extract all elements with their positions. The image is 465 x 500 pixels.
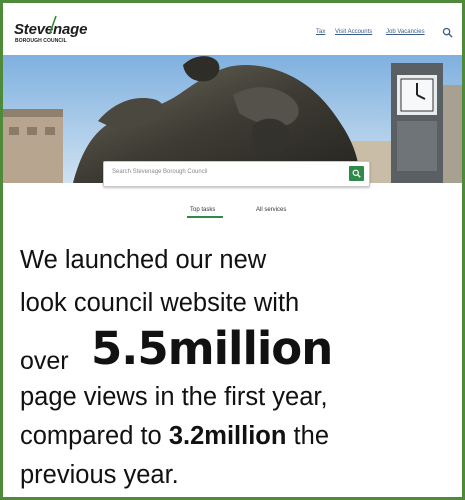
logo-mark-icon bbox=[49, 15, 57, 34]
search-icon[interactable] bbox=[442, 27, 453, 38]
site-search-placeholder: Search Stevenage Borough Council bbox=[112, 169, 208, 175]
tab-top-tasks[interactable]: Top tasks bbox=[190, 207, 215, 213]
statement-over-text: over bbox=[20, 347, 69, 375]
statement-line-4: page views in the first year, bbox=[20, 383, 328, 411]
infographic-card: Stevenage BOROUGH COUNCIL Tax Visit Acco… bbox=[0, 0, 465, 500]
statement-the-text: the bbox=[286, 422, 330, 450]
tab-selected-indicator bbox=[187, 216, 223, 218]
nav-link-visit-accounts[interactable]: Visit Accounts bbox=[335, 29, 372, 35]
site-search-bar[interactable]: Search Stevenage Borough Council bbox=[103, 161, 370, 187]
search-icon bbox=[352, 169, 361, 178]
page-views-figure: 5.5million bbox=[91, 322, 333, 375]
statement-line-5: compared to 3.2million the bbox=[20, 422, 329, 451]
previous-page-views-figure: 3.2million bbox=[168, 422, 287, 450]
tab-all-services[interactable]: All services bbox=[256, 207, 286, 213]
site-search-button[interactable] bbox=[349, 166, 364, 181]
nav-link-tax[interactable]: Tax bbox=[316, 29, 325, 35]
statement-compared-text: compared to bbox=[20, 422, 169, 450]
website-header: Stevenage BOROUGH COUNCIL Tax Visit Acco… bbox=[3, 3, 462, 55]
council-logo[interactable]: Stevenage BOROUGH COUNCIL bbox=[14, 15, 104, 47]
statement-line-6: previous year. bbox=[20, 461, 179, 489]
statement-line-2: look council website with bbox=[20, 289, 300, 317]
nav-link-job-vacancies[interactable]: Job Vacancies bbox=[386, 29, 425, 35]
logo-subtitle: BOROUGH COUNCIL bbox=[15, 38, 67, 44]
statement-line-1: We launched our new bbox=[20, 246, 267, 274]
